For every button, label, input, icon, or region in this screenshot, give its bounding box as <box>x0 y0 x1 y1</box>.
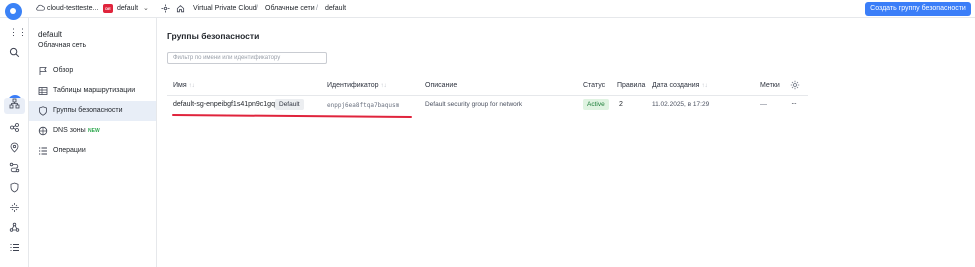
network-subtitle: Облачная сеть <box>38 42 87 49</box>
table-settings-gear-icon[interactable] <box>790 80 800 90</box>
column-header-created[interactable]: Дата создания ↑↓ <box>652 82 707 89</box>
cloud-selector[interactable]: cloud-testteste... <box>47 5 98 12</box>
filter-placeholder: Фильтр по имени или идентификатору <box>173 55 281 61</box>
default-badge: Default <box>275 99 304 110</box>
sort-icon: ↑↓ <box>701 83 708 89</box>
sort-icon: ↑↓ <box>188 83 195 89</box>
chevron-down-icon[interactable]: ⌄ <box>143 4 149 12</box>
nav-item-dns-zones[interactable]: DNS зоны NEW <box>29 121 156 141</box>
nav-item-label: Обзор <box>53 67 74 74</box>
dns-icon <box>38 126 48 136</box>
shield-icon[interactable] <box>9 182 20 193</box>
folder-selector[interactable]: default <box>117 5 138 12</box>
page-title: Группы безопасности <box>167 31 260 41</box>
row-description: Default security group for network <box>425 101 523 108</box>
flag-icon <box>38 66 48 76</box>
nav-item-label: Операции <box>53 147 86 154</box>
nav-item-label: Таблицы маршрутизации <box>53 87 136 94</box>
left-rail: ⋮⋮ W <box>0 18 29 267</box>
column-header-status: Статус <box>583 82 606 89</box>
breadcrumb-current: default <box>325 5 347 12</box>
new-badge: NEW <box>88 128 100 134</box>
services-icon[interactable] <box>161 4 170 13</box>
side-nav: default Облачная сеть Обзор Таблицы марш… <box>29 18 157 267</box>
route-table-icon <box>38 86 48 96</box>
row-name[interactable]: default-sg-enpeibgf1s41pn9c1gq3 <box>173 101 279 108</box>
graph-icon[interactable] <box>9 222 20 233</box>
status-badge: Active <box>583 99 609 110</box>
sort-icon: ↑↓ <box>380 83 387 89</box>
nodes-icon[interactable] <box>9 122 20 133</box>
apps-grid-icon[interactable]: ⋮⋮ <box>9 27 27 38</box>
top-bar: cloud-testteste... DE default ⌄ Virtual … <box>0 0 975 20</box>
row-labels: — <box>760 101 767 108</box>
column-header-name[interactable]: Имя ↑↓ <box>173 82 195 89</box>
nav-item-overview[interactable]: Обзор <box>29 61 156 81</box>
route-icon[interactable] <box>9 162 20 173</box>
row-id: enppj6ea8ftqa7baqusm <box>327 102 400 109</box>
row-actions-menu[interactable]: ··· <box>791 99 797 108</box>
nav-item-route-tables[interactable]: Таблицы маршрутизации <box>29 81 156 101</box>
network-title: default <box>38 30 63 39</box>
column-header-description: Описание <box>425 82 458 89</box>
search-icon[interactable] <box>9 47 20 58</box>
folder-badge: DE <box>103 4 113 13</box>
filter-input[interactable]: Фильтр по имени или идентификатору <box>167 52 327 64</box>
network-icon[interactable] <box>4 98 25 114</box>
row-rules: 2 <box>619 101 623 108</box>
column-header-id[interactable]: Идентификатор ↑↓ <box>327 82 387 89</box>
nav-item-label: DNS зоны <box>53 127 86 134</box>
home-icon[interactable] <box>176 4 185 13</box>
column-header-labels: Метки <box>760 82 780 89</box>
row-created: 11.02.2025, в 17:29 <box>652 101 710 108</box>
red-underline-annotation <box>172 114 412 118</box>
breadcrumb-networks[interactable]: Облачные сети <box>265 5 315 12</box>
nav-item-label: Группы безопасности <box>53 107 123 114</box>
breadcrumb-separator: / <box>316 5 318 12</box>
location-icon[interactable] <box>9 142 20 153</box>
breadcrumb-vpc[interactable]: Virtual Private Cloud <box>193 5 257 12</box>
nav-item-security-groups[interactable]: Группы безопасности <box>29 101 156 121</box>
create-security-group-button[interactable]: Создать группу безопасности <box>865 2 971 16</box>
balancer-icon[interactable] <box>9 202 20 213</box>
list-icon[interactable] <box>9 242 20 253</box>
nav-item-operations[interactable]: Операции <box>29 141 156 161</box>
column-header-rules: Правила <box>617 82 646 89</box>
operations-icon <box>38 146 48 156</box>
shield-icon <box>38 106 48 116</box>
breadcrumb-separator: / <box>256 5 258 12</box>
cloud-icon <box>36 4 45 11</box>
